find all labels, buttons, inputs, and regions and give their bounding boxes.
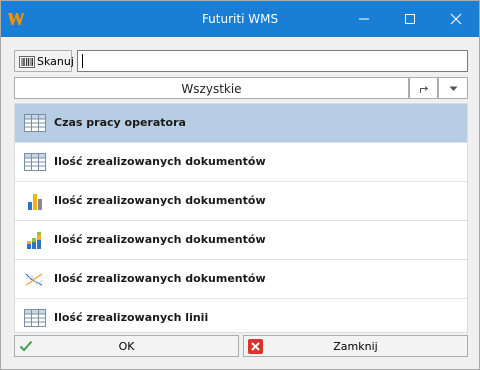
close-icon	[450, 13, 462, 25]
scan-button[interactable]: Skanuj	[14, 50, 74, 72]
dialog-body: Skanuj Wszystkie Czas pracy operatora Il…	[1, 37, 479, 369]
close-dialog-button[interactable]: Zamknij	[243, 335, 468, 357]
list-item[interactable]: Ilość zrealizowanych dokumentów	[15, 221, 467, 260]
close-window-button[interactable]	[433, 1, 479, 37]
list-item-label: Ilość zrealizowanych linii	[54, 311, 209, 324]
title-bar[interactable]: Futuriti WMS	[1, 1, 479, 37]
list-item[interactable]: Ilość zrealizowanych linii	[15, 299, 467, 332]
report-list: Czas pracy operatora Ilość zrealizowanyc…	[14, 103, 468, 333]
table-grid-icon	[24, 153, 46, 171]
close-button-label: Zamknij	[333, 340, 378, 353]
ok-button[interactable]: OK	[14, 335, 239, 357]
scan-button-label: Skanuj	[37, 55, 74, 68]
chevron-down-icon	[449, 86, 458, 91]
list-item-label: Ilość zrealizowanych dokumentów	[54, 194, 266, 207]
stacked-bar-chart-icon	[27, 232, 41, 249]
list-item-label: Ilość zrealizowanych dokumentów	[54, 233, 266, 246]
table-grid-icon	[24, 114, 46, 132]
table-grid-icon	[24, 309, 46, 327]
list-item-label: Czas pracy operatora	[54, 116, 186, 129]
maximize-button[interactable]	[387, 1, 433, 37]
filter-redirect-button[interactable]	[409, 77, 438, 99]
app-window: Futuriti WMS Skanuj Wszystkie Czas pracy…	[0, 0, 480, 370]
barcode-icon	[19, 56, 35, 68]
list-item[interactable]: Ilość zrealizowanych dokumentów	[15, 182, 467, 221]
filter-select[interactable]: Wszystkie	[14, 77, 409, 99]
list-item[interactable]: Ilość zrealizowanych dokumentów	[15, 260, 467, 299]
list-item[interactable]: Czas pracy operatora	[15, 104, 467, 143]
scan-input[interactable]	[77, 50, 468, 72]
line-chart-icon	[25, 273, 44, 286]
list-item[interactable]: Ilość zrealizowanych dokumentów	[15, 143, 467, 182]
bar-chart-icon	[28, 194, 42, 210]
minimize-button[interactable]	[341, 1, 387, 37]
text-caret	[82, 54, 83, 68]
list-item-label: Ilość zrealizowanych dokumentów	[54, 272, 266, 285]
list-item-label: Ilość zrealizowanych dokumentów	[54, 155, 266, 168]
filter-dropdown-button[interactable]	[438, 77, 468, 99]
filter-selected-value: Wszystkie	[181, 82, 242, 96]
ok-button-label: OK	[118, 340, 135, 353]
minimize-icon	[359, 18, 369, 20]
maximize-icon	[405, 14, 415, 24]
redirect-arrow-icon	[420, 86, 429, 93]
